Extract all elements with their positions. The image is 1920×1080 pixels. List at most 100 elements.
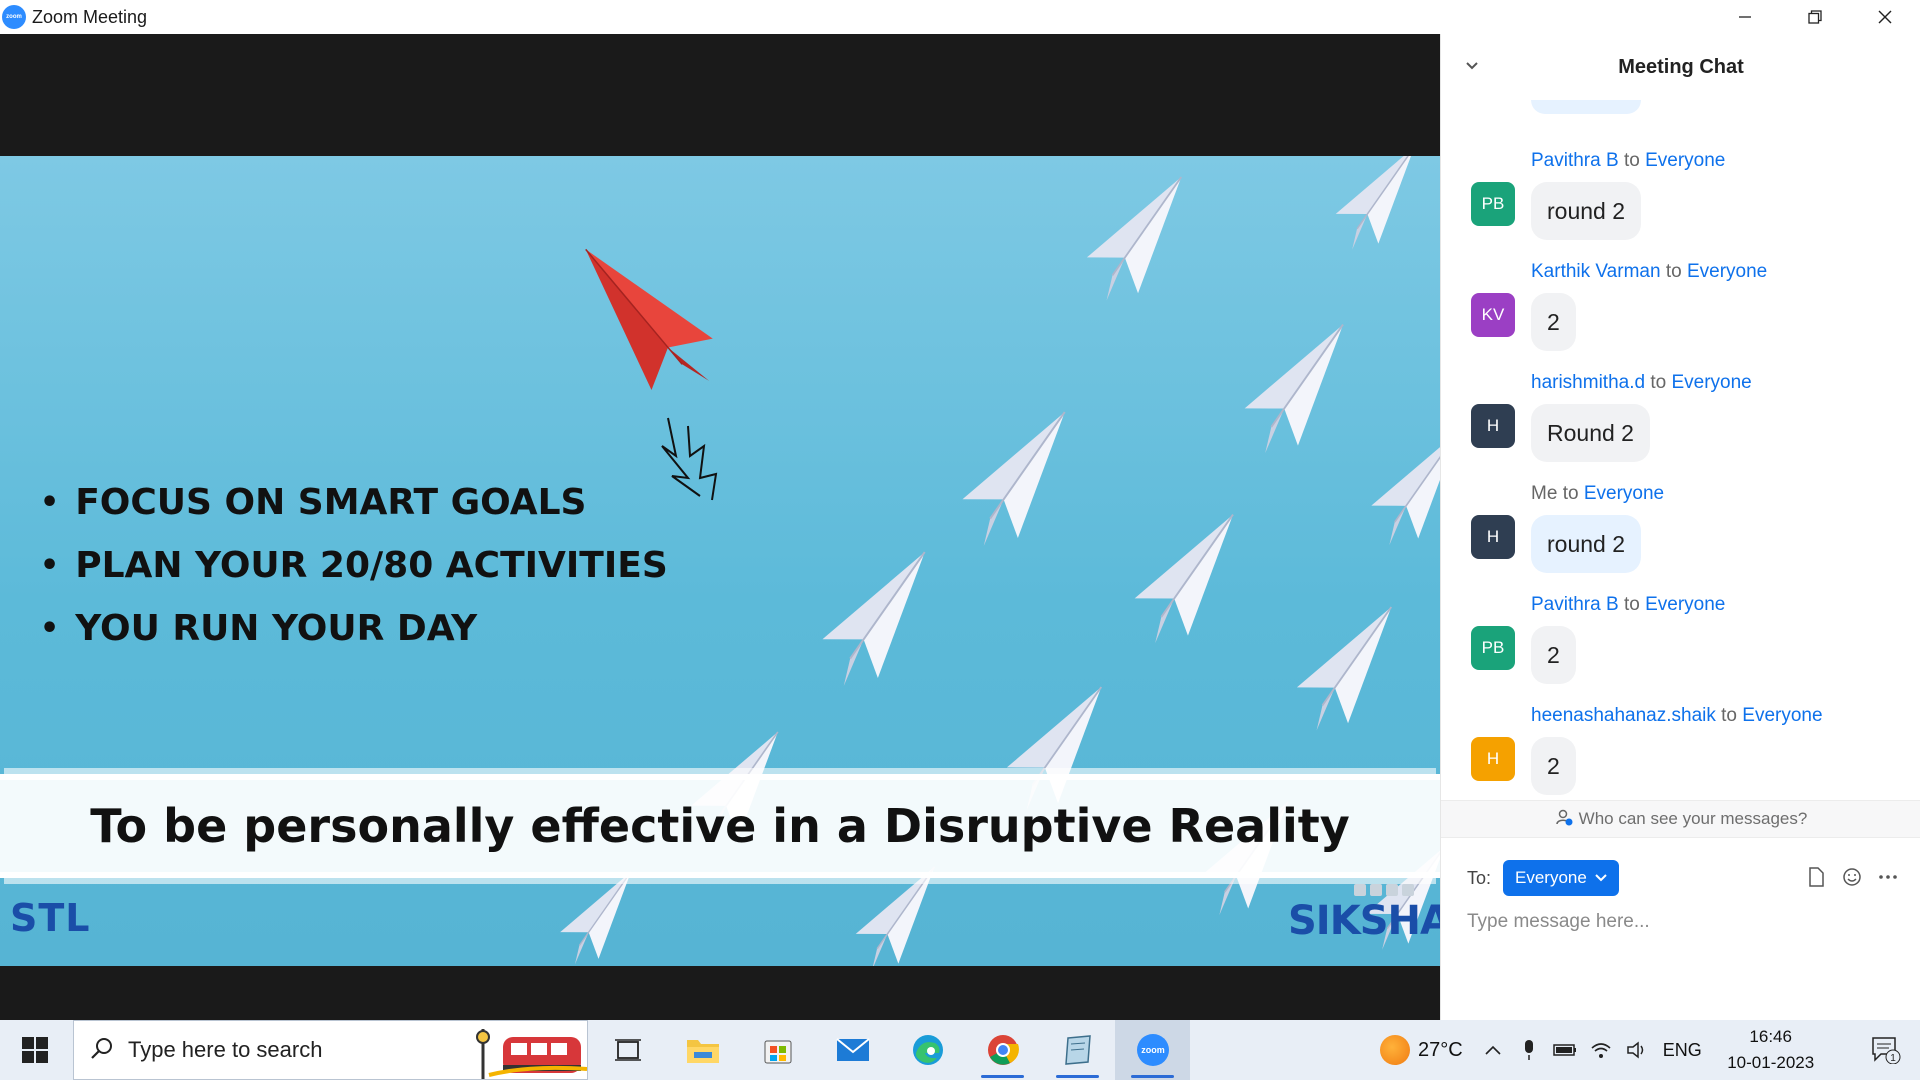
message-bubble[interactable]: 2	[1531, 737, 1576, 795]
message-bubble[interactable]: 2	[1531, 293, 1576, 351]
compose-toolbar	[1803, 864, 1901, 890]
recipient-name[interactable]: Everyone	[1584, 483, 1664, 504]
sender-name[interactable]: Karthik Varman	[1531, 261, 1661, 282]
minimize-button[interactable]	[1710, 0, 1780, 34]
sender-name[interactable]: Pavithra B	[1531, 150, 1619, 171]
chat-message-header: Me to Everyone	[1531, 483, 1664, 505]
meeting-chat-panel: Meeting Chat Pavithra B to Everyone PB rou…	[1440, 34, 1920, 1020]
show-hidden-icons-button[interactable]	[1475, 1020, 1511, 1080]
taskbar-search-input[interactable]	[128, 1037, 458, 1063]
volume-icon[interactable]	[1619, 1020, 1655, 1080]
task-view-button[interactable]	[590, 1020, 665, 1080]
chevron-down-icon	[1595, 874, 1607, 882]
chat-header: Meeting Chat	[1441, 34, 1920, 100]
recipient-dropdown[interactable]: Everyone	[1503, 860, 1619, 896]
weather-widget[interactable]: 27°C	[1380, 1035, 1463, 1065]
message-bubble[interactable]: round 2	[1531, 515, 1642, 573]
message-bubble[interactable]: Round 2	[1531, 404, 1650, 462]
sun-icon	[1380, 1035, 1410, 1065]
chat-message: harishmitha.d to Everyone H Round 2	[1441, 372, 1901, 483]
close-icon	[1878, 10, 1892, 24]
notification-icon: 1	[1872, 1037, 1901, 1064]
slide-bullet: • FOCUS ON SMART GOALS	[40, 482, 587, 523]
chrome-browser-button[interactable]	[965, 1020, 1040, 1080]
system-tray: 27°C ENG 16:46 10-01-2023	[1380, 1020, 1826, 1080]
store-icon	[764, 1040, 791, 1064]
recipient-name[interactable]: Everyone	[1742, 705, 1822, 726]
privacy-notice-link[interactable]: Who can see your messages?	[1441, 800, 1920, 838]
message-bubble[interactable]: round 2	[1531, 182, 1642, 240]
avatar[interactable]: PB	[1471, 182, 1515, 226]
stl-logo: STL	[10, 896, 91, 940]
to-word: to	[1623, 594, 1640, 615]
chat-message: heenashahanaz.shaik to Everyone H 2	[1441, 705, 1901, 800]
slide-bullet: • PLAN YOUR 20/80 ACTIVITIES	[40, 545, 668, 586]
window-controls	[1440, 0, 1920, 34]
restore-button[interactable]	[1780, 0, 1850, 34]
previous-message-bubble	[1531, 100, 1641, 114]
avatar[interactable]: H	[1471, 737, 1515, 781]
shared-screen-area[interactable]: • FOCUS ON SMART GOALS • PLAN YOUR 20/80 A…	[0, 34, 1440, 1020]
folder-icon	[686, 1040, 719, 1063]
clock-date: 10-01-2023	[1727, 1053, 1815, 1072]
slide-bullet: • YOU RUN YOUR DAY	[40, 608, 478, 649]
file-icon[interactable]	[1803, 864, 1829, 890]
mail-button[interactable]	[815, 1020, 890, 1080]
chat-message-header: Pavithra B to Everyone	[1531, 150, 1725, 172]
clock[interactable]: 16:46 10-01-2023	[1716, 1024, 1826, 1076]
red-paper-plane	[585, 248, 713, 391]
chat-message-list[interactable]: Pavithra B to Everyone PB round 2 Karthik V…	[1441, 100, 1920, 800]
recipient-name[interactable]: Everyone	[1645, 150, 1725, 171]
avatar[interactable]: H	[1471, 404, 1515, 448]
recipient-name[interactable]: Everyone	[1687, 261, 1767, 282]
message-bubble[interactable]: 2	[1531, 626, 1576, 684]
chevron-down-icon[interactable]	[1465, 58, 1479, 76]
wifi-icon[interactable]	[1583, 1020, 1619, 1080]
microphone-icon[interactable]	[1511, 1020, 1547, 1080]
taskbar-search-box[interactable]	[73, 1020, 588, 1080]
sender-name[interactable]: harishmitha.d	[1531, 372, 1645, 393]
chat-message-input[interactable]	[1467, 902, 1897, 942]
recipient-name[interactable]: Everyone	[1671, 372, 1751, 393]
slide-bullet-list: • FOCUS ON SMART GOALS • PLAN YOUR 20/80 A…	[40, 471, 668, 660]
clock-time: 16:46	[1749, 1027, 1792, 1046]
to-word: to	[1562, 483, 1579, 504]
search-highlight-train-icon	[476, 1029, 587, 1079]
temperature-text: 27°C	[1418, 1038, 1463, 1061]
mail-icon	[835, 1038, 870, 1061]
to-label: To:	[1467, 867, 1492, 888]
avatar[interactable]: PB	[1471, 626, 1515, 670]
to-word: to	[1721, 705, 1738, 726]
notification-count: 1	[1890, 1053, 1896, 1064]
emoji-icon[interactable]	[1839, 864, 1865, 890]
windows-logo-icon	[22, 1037, 48, 1063]
chat-title: Meeting Chat	[1618, 55, 1744, 78]
edge-browser-button[interactable]	[890, 1020, 965, 1080]
title-bar[interactable]: zoom Zoom Meeting	[0, 0, 1440, 34]
start-button[interactable]	[0, 1020, 70, 1080]
zoom-app-label: zoom	[1141, 1045, 1165, 1055]
person-info-icon	[1555, 808, 1573, 831]
notifications-button[interactable]: 1	[1856, 1020, 1916, 1080]
file-explorer-button[interactable]	[665, 1020, 740, 1080]
avatar[interactable]: KV	[1471, 293, 1515, 337]
notes-app-button[interactable]	[1040, 1020, 1115, 1080]
screen: zoom Zoom Meeting • FOCUS ON SMART GOALS…	[0, 0, 1920, 1080]
battery-icon[interactable]	[1547, 1020, 1583, 1080]
chat-message-header: heenashahanaz.shaik to Everyone	[1531, 705, 1823, 727]
search-icon	[90, 1036, 114, 1065]
microsoft-store-button[interactable]	[740, 1020, 815, 1080]
chat-message-header: harishmitha.d to Everyone	[1531, 372, 1752, 394]
more-options-icon[interactable]	[1875, 864, 1901, 890]
chat-message-header: Pavithra B to Everyone	[1531, 594, 1725, 616]
input-language[interactable]: ENG	[1663, 1040, 1702, 1061]
restore-icon	[1808, 10, 1822, 24]
avatar[interactable]: H	[1471, 515, 1515, 559]
zoom-app-button[interactable]: zoom	[1115, 1020, 1190, 1080]
recipient-name[interactable]: Everyone	[1645, 594, 1725, 615]
chat-message: Pavithra B to Everyone PB round 2	[1441, 150, 1901, 261]
sender-name[interactable]: heenashahanaz.shaik	[1531, 705, 1716, 726]
to-word: to	[1623, 150, 1640, 171]
close-button[interactable]	[1850, 0, 1920, 34]
sender-name[interactable]: Pavithra B	[1531, 594, 1619, 615]
